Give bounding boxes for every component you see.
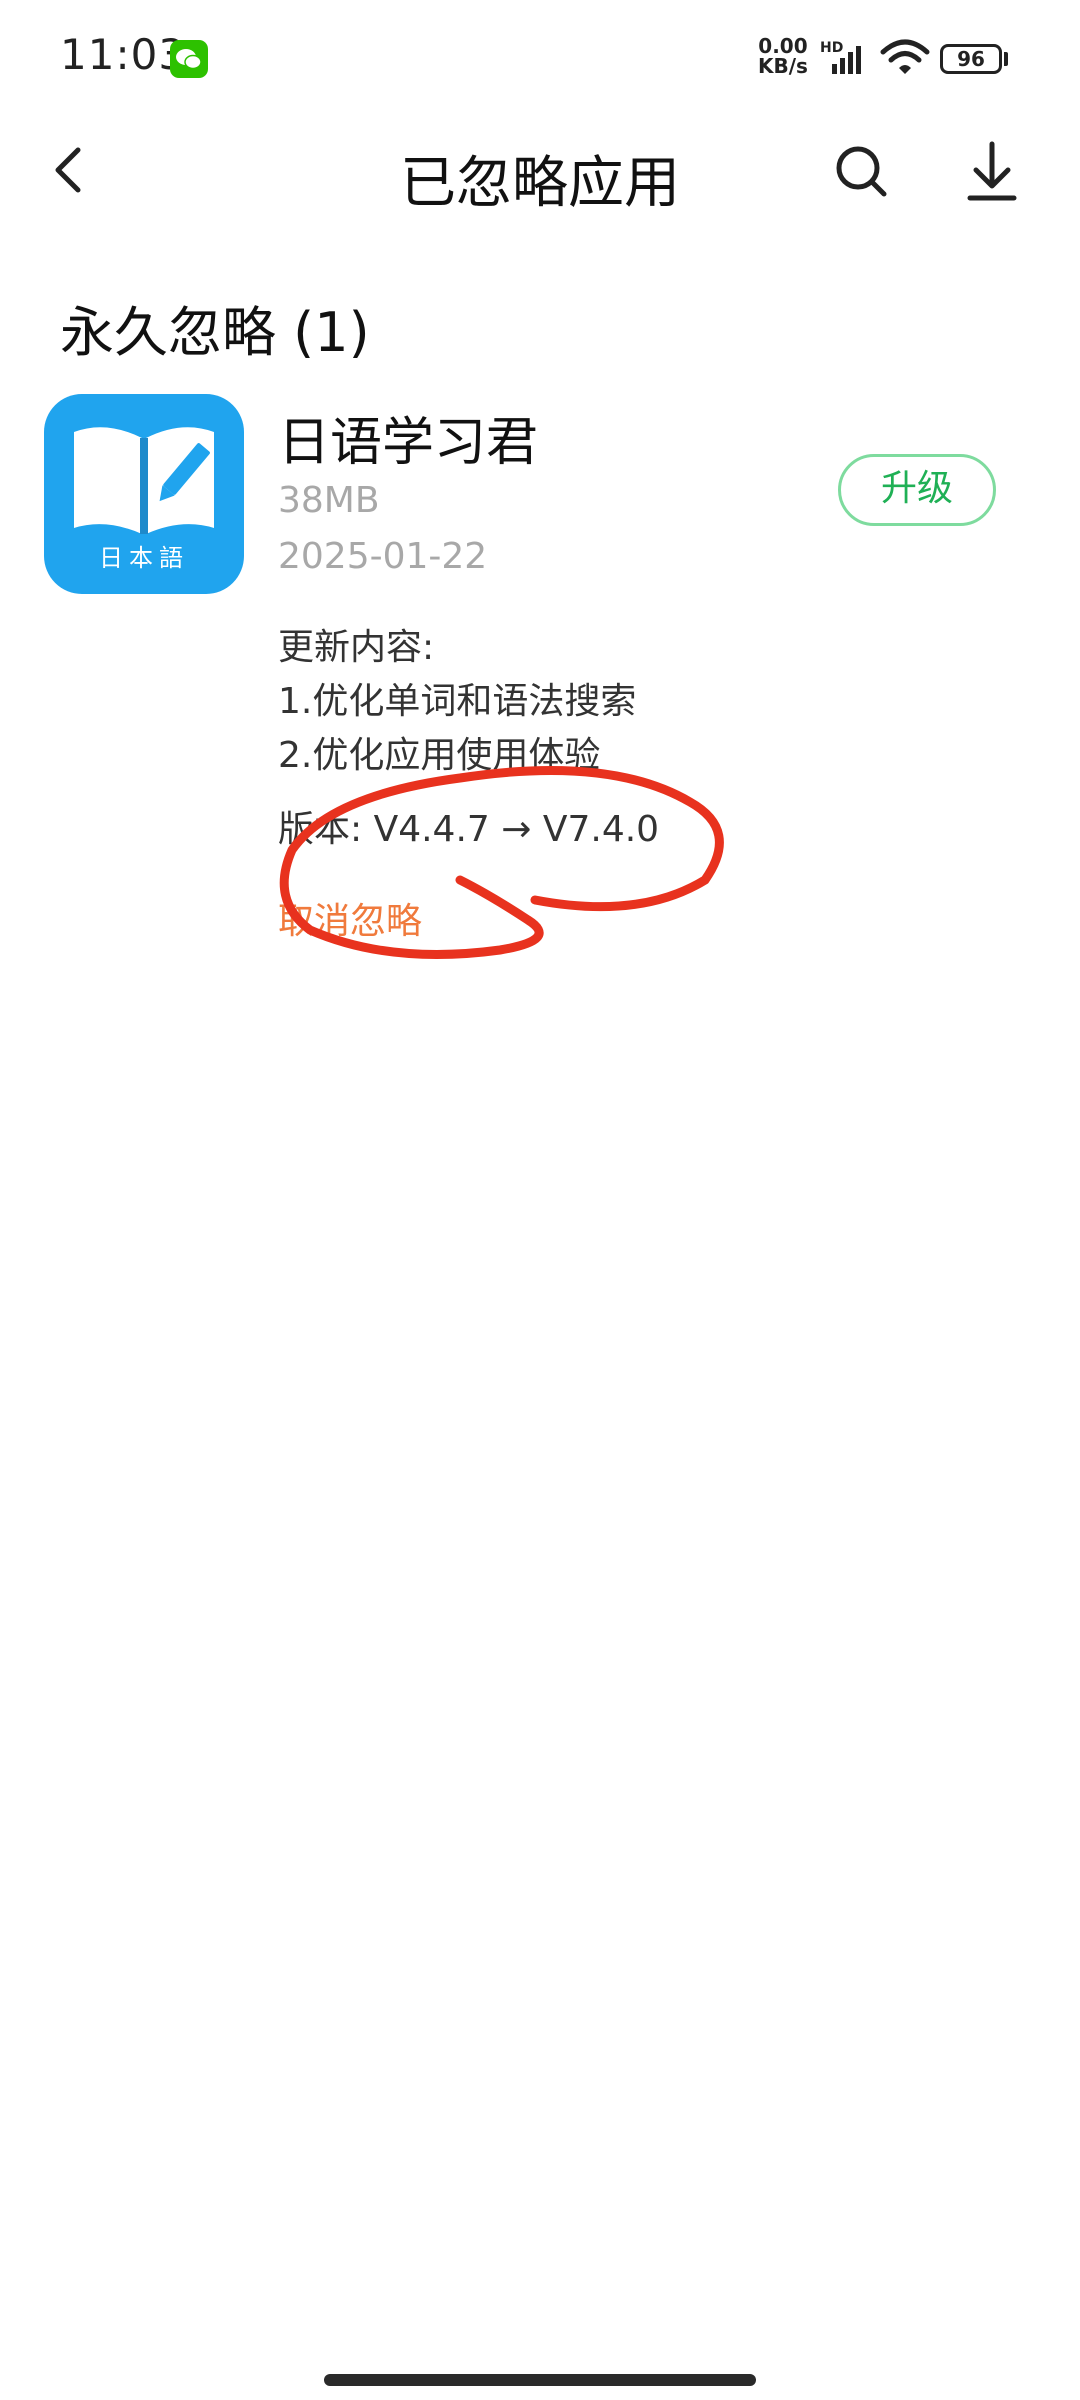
wifi-icon — [880, 38, 930, 82]
app-size: 38MB — [278, 480, 380, 521]
app-icon[interactable]: 日本語 — [44, 394, 244, 594]
app-date: 2025-01-22 — [278, 536, 488, 577]
changelog-title: 更新内容: — [278, 627, 435, 668]
search-button[interactable] — [830, 140, 894, 204]
app-name: 日语学习君 — [278, 413, 539, 473]
wechat-icon — [170, 40, 208, 78]
download-icon — [967, 141, 1017, 201]
changelog-line: 1.优化单词和语法搜索 — [278, 681, 637, 722]
upgrade-button[interactable]: 升级 — [838, 454, 996, 526]
page-title: 已忽略应用 — [400, 151, 680, 216]
network-speed-value: 0.00 — [758, 34, 808, 58]
network-speed: 0.00 KB/s — [758, 36, 808, 76]
annotation-circle — [279, 765, 724, 959]
section-title: 永久忽略 (1) — [60, 301, 370, 364]
download-button[interactable] — [960, 140, 1024, 204]
home-indicator[interactable] — [324, 2374, 756, 2386]
battery-tip — [1004, 52, 1008, 66]
battery-level: 96 — [957, 47, 985, 71]
status-time: 11:03 — [60, 30, 187, 79]
network-speed-unit: KB/s — [758, 54, 808, 78]
app-icon-label: 日本語 — [99, 544, 189, 572]
search-icon — [836, 146, 887, 197]
signal-icon — [822, 40, 870, 80]
